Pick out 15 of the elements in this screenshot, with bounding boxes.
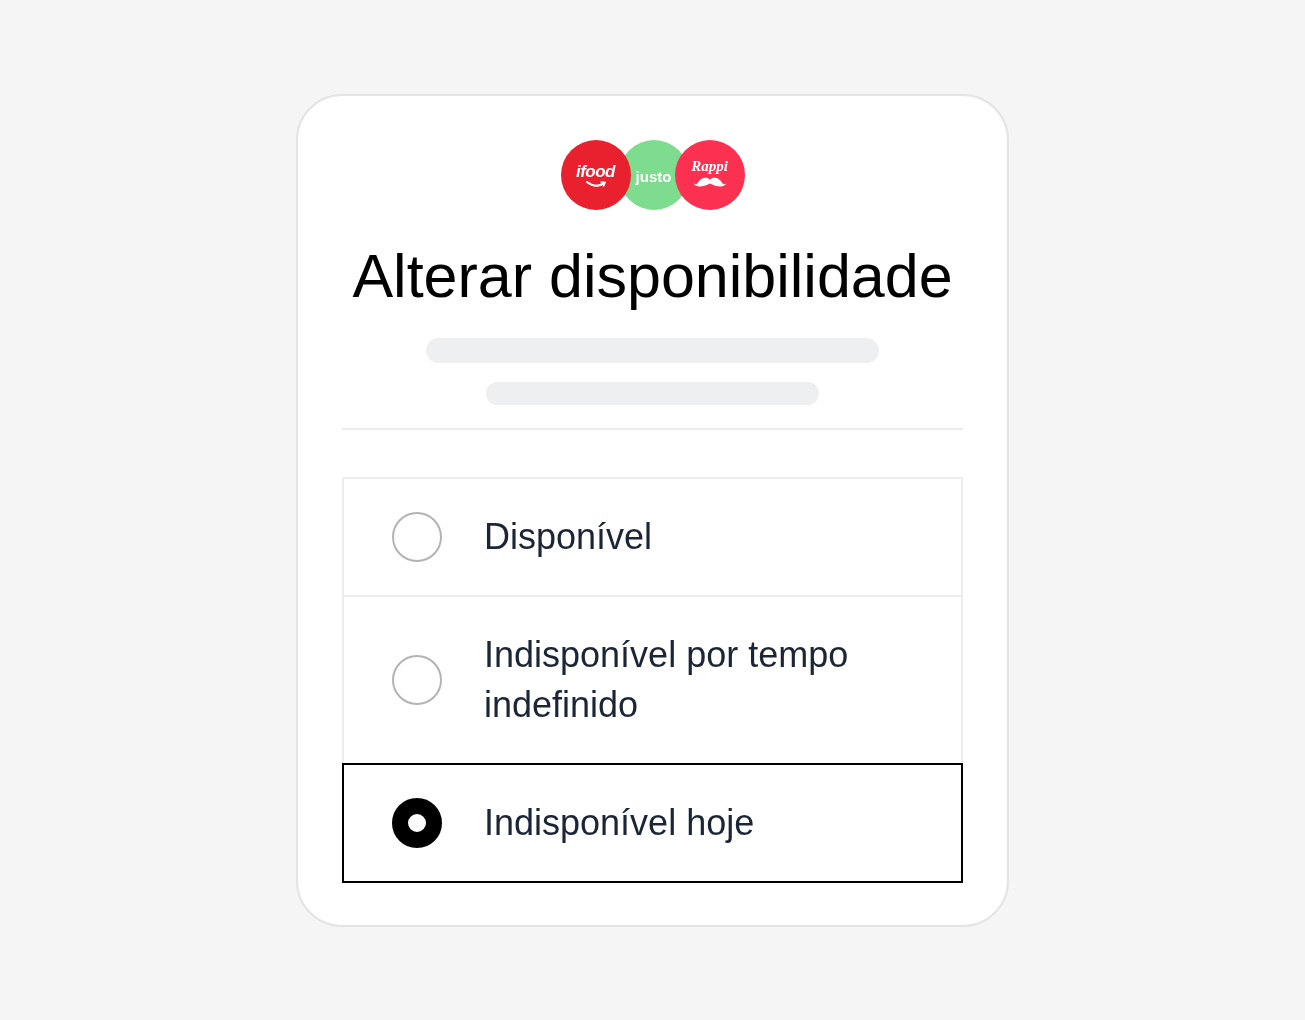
smile-icon (585, 180, 606, 188)
mustache-icon (692, 176, 727, 188)
option-label: Indisponível por tempo indefinido (484, 633, 850, 727)
logo-text: Rappi (691, 158, 728, 174)
option-label: Disponível (484, 515, 653, 559)
option-row[interactable]: Indisponível por tempo indefinido (342, 595, 963, 765)
logo-text: justo (635, 168, 672, 185)
option-label: Indisponível hoje (484, 801, 755, 845)
radio-button[interactable] (392, 655, 442, 705)
radio-button[interactable] (392, 798, 442, 848)
option-row[interactable]: Indisponível hoje (342, 763, 963, 883)
radio-button[interactable] (392, 512, 442, 562)
dialog-title: Alterar disponibilidade (351, 241, 954, 312)
option-row[interactable]: Disponível (342, 477, 963, 597)
logo-text: ifood (575, 162, 615, 180)
